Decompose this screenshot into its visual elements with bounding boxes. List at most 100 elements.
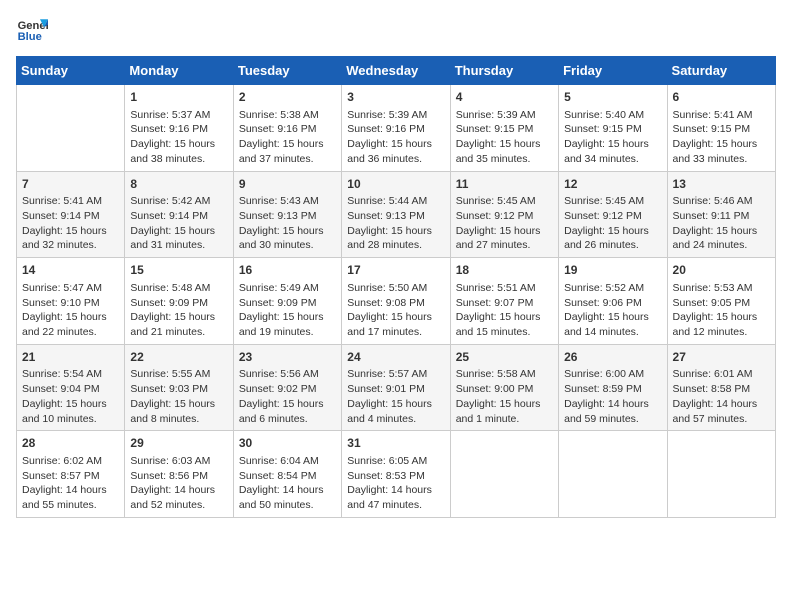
day-number: 21: [22, 349, 119, 366]
day-number: 9: [239, 176, 336, 193]
day-info: Sunrise: 6:04 AM Sunset: 8:54 PM Dayligh…: [239, 454, 336, 513]
day-number: 19: [564, 262, 661, 279]
day-number: 4: [456, 89, 553, 106]
calendar-week-4: 21Sunrise: 5:54 AM Sunset: 9:04 PM Dayli…: [17, 344, 776, 431]
day-number: 31: [347, 435, 444, 452]
calendar-cell: 20 Sunrise: 5:53 AM Sunset: 9:05 PM Dayli…: [667, 258, 775, 345]
logo-icon: General Blue: [16, 16, 48, 44]
day-info: Sunrise: 6:00 AM Sunset: 8:59 PM Dayligh…: [564, 367, 661, 426]
calendar-cell: 29Sunrise: 6:03 AM Sunset: 8:56 PM Dayli…: [125, 431, 233, 518]
day-number: 5: [564, 89, 661, 106]
day-info: Sunrise: 5:45 AM Sunset: 9:12 PM Dayligh…: [564, 194, 661, 253]
day-info: Sunrise: 5:46 AM Sunset: 9:11 PM Dayligh…: [673, 194, 770, 253]
day-info: Sunrise: 5:54 AM Sunset: 9:04 PM Dayligh…: [22, 367, 119, 426]
day-number: 12: [564, 176, 661, 193]
calendar-cell: 2Sunrise: 5:38 AM Sunset: 9:16 PM Daylig…: [233, 85, 341, 172]
calendar-cell: 26Sunrise: 6:00 AM Sunset: 8:59 PM Dayli…: [559, 344, 667, 431]
day-number: 20: [673, 262, 770, 279]
day-info: Sunrise: 5:39 AM Sunset: 9:16 PM Dayligh…: [347, 108, 444, 167]
calendar-cell: 21Sunrise: 5:54 AM Sunset: 9:04 PM Dayli…: [17, 344, 125, 431]
day-info: Sunrise: 5:41 AM Sunset: 9:15 PM Dayligh…: [673, 108, 770, 167]
calendar-cell: 15 Sunrise: 5:48 AM Sunset: 9:09 PM Dayli…: [125, 258, 233, 345]
day-info: Sunrise: 5:51 AM Sunset: 9:07 PM Dayligh…: [456, 281, 553, 340]
day-info: Sunrise: 6:03 AM Sunset: 8:56 PM Dayligh…: [130, 454, 227, 513]
calendar-week-2: 7Sunrise: 5:41 AM Sunset: 9:14 PM Daylig…: [17, 171, 776, 258]
header-sunday: Sunday: [17, 57, 125, 85]
day-info: Sunrise: 5:53 AM Sunset: 9:05 PM Dayligh…: [673, 281, 770, 340]
day-number: 25: [456, 349, 553, 366]
calendar-cell: 6 Sunrise: 5:41 AM Sunset: 9:15 PM Daylig…: [667, 85, 775, 172]
calendar-week-3: 14 Sunrise: 5:47 AM Sunset: 9:10 PM Dayli…: [17, 258, 776, 345]
day-info: Sunrise: 5:37 AM Sunset: 9:16 PM Dayligh…: [130, 108, 227, 167]
calendar-cell: 16 Sunrise: 5:49 AM Sunset: 9:09 PM Dayli…: [233, 258, 341, 345]
calendar-cell: 8Sunrise: 5:42 AM Sunset: 9:14 PM Daylig…: [125, 171, 233, 258]
day-number: 7: [22, 176, 119, 193]
day-info: Sunrise: 5:50 AM Sunset: 9:08 PM Dayligh…: [347, 281, 444, 340]
day-number: 3: [347, 89, 444, 106]
day-number: 24: [347, 349, 444, 366]
calendar-cell: 22Sunrise: 5:55 AM Sunset: 9:03 PM Dayli…: [125, 344, 233, 431]
day-number: 18: [456, 262, 553, 279]
day-info: Sunrise: 5:42 AM Sunset: 9:14 PM Dayligh…: [130, 194, 227, 253]
calendar-cell: 5 Sunrise: 5:40 AM Sunset: 9:15 PM Daylig…: [559, 85, 667, 172]
calendar-cell: 24Sunrise: 5:57 AM Sunset: 9:01 PM Dayli…: [342, 344, 450, 431]
calendar-cell: 23Sunrise: 5:56 AM Sunset: 9:02 PM Dayli…: [233, 344, 341, 431]
day-number: 11: [456, 176, 553, 193]
day-number: 23: [239, 349, 336, 366]
calendar-cell: 1 Sunrise: 5:37 AM Sunset: 9:16 PM Daylig…: [125, 85, 233, 172]
header-wednesday: Wednesday: [342, 57, 450, 85]
day-number: 14: [22, 262, 119, 279]
day-info: Sunrise: 5:45 AM Sunset: 9:12 PM Dayligh…: [456, 194, 553, 253]
day-info: Sunrise: 5:55 AM Sunset: 9:03 PM Dayligh…: [130, 367, 227, 426]
calendar-cell: 27Sunrise: 6:01 AM Sunset: 8:58 PM Dayli…: [667, 344, 775, 431]
calendar-cell: 19Sunrise: 5:52 AM Sunset: 9:06 PM Dayli…: [559, 258, 667, 345]
calendar-cell: [667, 431, 775, 518]
calendar-header-row: SundayMondayTuesdayWednesdayThursdayFrid…: [17, 57, 776, 85]
calendar-cell: 25Sunrise: 5:58 AM Sunset: 9:00 PM Dayli…: [450, 344, 558, 431]
calendar-cell: [17, 85, 125, 172]
calendar-cell: 12Sunrise: 5:45 AM Sunset: 9:12 PM Dayli…: [559, 171, 667, 258]
day-info: Sunrise: 5:39 AM Sunset: 9:15 PM Dayligh…: [456, 108, 553, 167]
day-number: 15: [130, 262, 227, 279]
day-info: Sunrise: 5:57 AM Sunset: 9:01 PM Dayligh…: [347, 367, 444, 426]
header-saturday: Saturday: [667, 57, 775, 85]
calendar-cell: 14 Sunrise: 5:47 AM Sunset: 9:10 PM Dayli…: [17, 258, 125, 345]
calendar-table: SundayMondayTuesdayWednesdayThursdayFrid…: [16, 56, 776, 518]
day-info: Sunrise: 5:38 AM Sunset: 9:16 PM Dayligh…: [239, 108, 336, 167]
svg-text:Blue: Blue: [18, 31, 42, 43]
header-tuesday: Tuesday: [233, 57, 341, 85]
header-thursday: Thursday: [450, 57, 558, 85]
day-info: Sunrise: 6:02 AM Sunset: 8:57 PM Dayligh…: [22, 454, 119, 513]
day-info: Sunrise: 5:43 AM Sunset: 9:13 PM Dayligh…: [239, 194, 336, 253]
calendar-cell: 31Sunrise: 6:05 AM Sunset: 8:53 PM Dayli…: [342, 431, 450, 518]
day-number: 1: [130, 89, 227, 106]
day-info: Sunrise: 5:48 AM Sunset: 9:09 PM Dayligh…: [130, 281, 227, 340]
day-number: 27: [673, 349, 770, 366]
day-info: Sunrise: 5:47 AM Sunset: 9:10 PM Dayligh…: [22, 281, 119, 340]
calendar-cell: 4 Sunrise: 5:39 AM Sunset: 9:15 PM Daylig…: [450, 85, 558, 172]
day-number: 26: [564, 349, 661, 366]
day-number: 6: [673, 89, 770, 106]
calendar-cell: 13Sunrise: 5:46 AM Sunset: 9:11 PM Dayli…: [667, 171, 775, 258]
day-number: 22: [130, 349, 227, 366]
day-number: 16: [239, 262, 336, 279]
calendar-cell: 17Sunrise: 5:50 AM Sunset: 9:08 PM Dayli…: [342, 258, 450, 345]
calendar-cell: 3 Sunrise: 5:39 AM Sunset: 9:16 PM Daylig…: [342, 85, 450, 172]
calendar-cell: 18 Sunrise: 5:51 AM Sunset: 9:07 PM Dayli…: [450, 258, 558, 345]
day-info: Sunrise: 5:44 AM Sunset: 9:13 PM Dayligh…: [347, 194, 444, 253]
day-number: 30: [239, 435, 336, 452]
day-info: Sunrise: 6:01 AM Sunset: 8:58 PM Dayligh…: [673, 367, 770, 426]
calendar-week-1: 1 Sunrise: 5:37 AM Sunset: 9:16 PM Daylig…: [17, 85, 776, 172]
page-header: General Blue: [16, 16, 776, 44]
calendar-cell: 11Sunrise: 5:45 AM Sunset: 9:12 PM Dayli…: [450, 171, 558, 258]
day-info: Sunrise: 5:56 AM Sunset: 9:02 PM Dayligh…: [239, 367, 336, 426]
day-info: Sunrise: 5:49 AM Sunset: 9:09 PM Dayligh…: [239, 281, 336, 340]
calendar-cell: 10Sunrise: 5:44 AM Sunset: 9:13 PM Dayli…: [342, 171, 450, 258]
day-info: Sunrise: 5:40 AM Sunset: 9:15 PM Dayligh…: [564, 108, 661, 167]
calendar-cell: [559, 431, 667, 518]
calendar-cell: 28Sunrise: 6:02 AM Sunset: 8:57 PM Dayli…: [17, 431, 125, 518]
calendar-cell: 30 Sunrise: 6:04 AM Sunset: 8:54 PM Dayli…: [233, 431, 341, 518]
day-number: 8: [130, 176, 227, 193]
calendar-week-5: 28Sunrise: 6:02 AM Sunset: 8:57 PM Dayli…: [17, 431, 776, 518]
day-info: Sunrise: 5:58 AM Sunset: 9:00 PM Dayligh…: [456, 367, 553, 426]
